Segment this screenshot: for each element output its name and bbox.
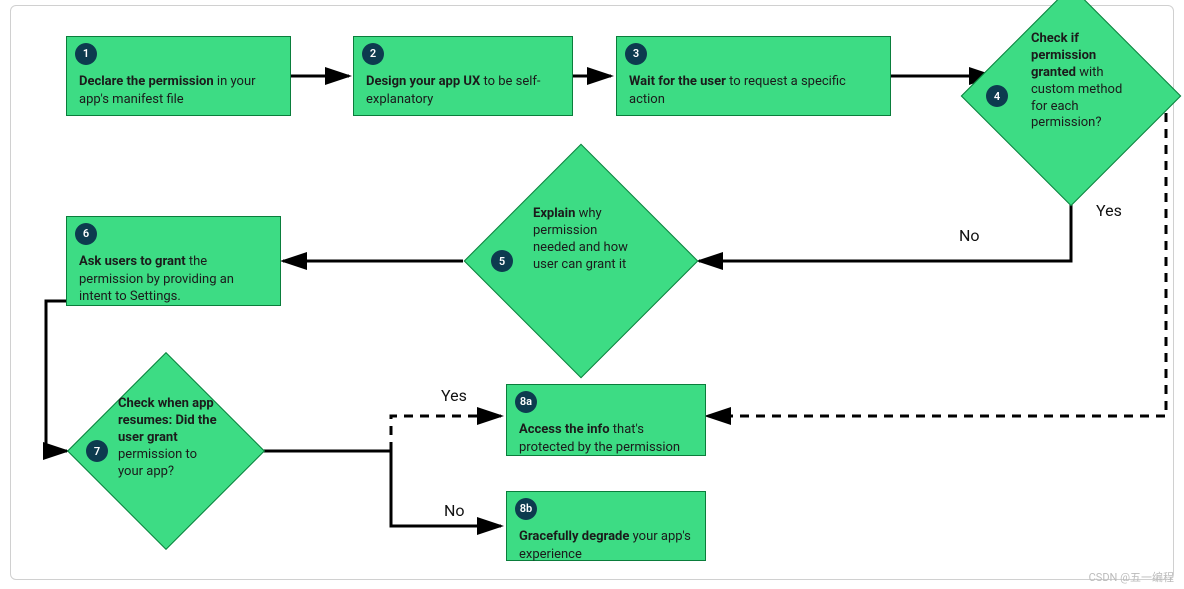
node-title: Gracefully degrade <box>519 529 629 544</box>
edge-7-8b <box>263 451 501 526</box>
node-8b-gracefully-degrade: 8b Gracefully degrade your app's experie… <box>506 491 706 561</box>
node-6-ask-users-grant: 6 Ask users to grant the permission by p… <box>66 216 281 306</box>
node-number-badge: 8a <box>515 391 537 413</box>
edge-label-yes-4: Yes <box>1096 201 1122 220</box>
node-number-badge: 8b <box>515 498 537 520</box>
node-title: Ask users to grant <box>79 254 186 269</box>
node-title: Access the info <box>519 422 610 437</box>
node-8a-access-info: 8a Access the info that's protected by t… <box>506 384 706 456</box>
node-number-badge: 1 <box>75 43 97 65</box>
node-title: Check when app resumes: Did the user gra… <box>118 396 217 445</box>
watermark: CSDN @五一编程 <box>1089 569 1174 585</box>
edge-label-no-4: No <box>959 226 980 245</box>
node-number-badge: 3 <box>625 43 647 65</box>
flowchart-canvas: 1 Declare the permission in your app's m… <box>10 5 1174 580</box>
node-number-badge: 5 <box>491 250 513 272</box>
node-title: Declare the permission <box>79 74 214 89</box>
edge-4-5 <box>699 174 1071 261</box>
node-2-design-ux: 2 Design your app UX to be self-explanat… <box>353 36 573 116</box>
node-number-badge: 2 <box>362 43 384 65</box>
node-number-badge: 6 <box>75 223 97 245</box>
node-number-badge: 4 <box>986 85 1008 107</box>
node-title: Explain <box>533 206 575 221</box>
node-3-wait-for-user: 3 Wait for the user to request a specifi… <box>616 36 891 116</box>
node-title: Design your app UX <box>366 74 480 89</box>
node-title: Wait for the user <box>629 74 726 89</box>
edge-label-no-7: No <box>444 501 465 520</box>
node-subtext: permission to your app? <box>118 447 197 479</box>
edge-6-7 <box>46 301 67 451</box>
edge-7-8a <box>263 416 501 451</box>
node-number-badge: 7 <box>86 440 108 462</box>
node-1-declare-permission: 1 Declare the permission in your app's m… <box>66 36 291 116</box>
edge-label-yes-7: Yes <box>441 386 467 405</box>
